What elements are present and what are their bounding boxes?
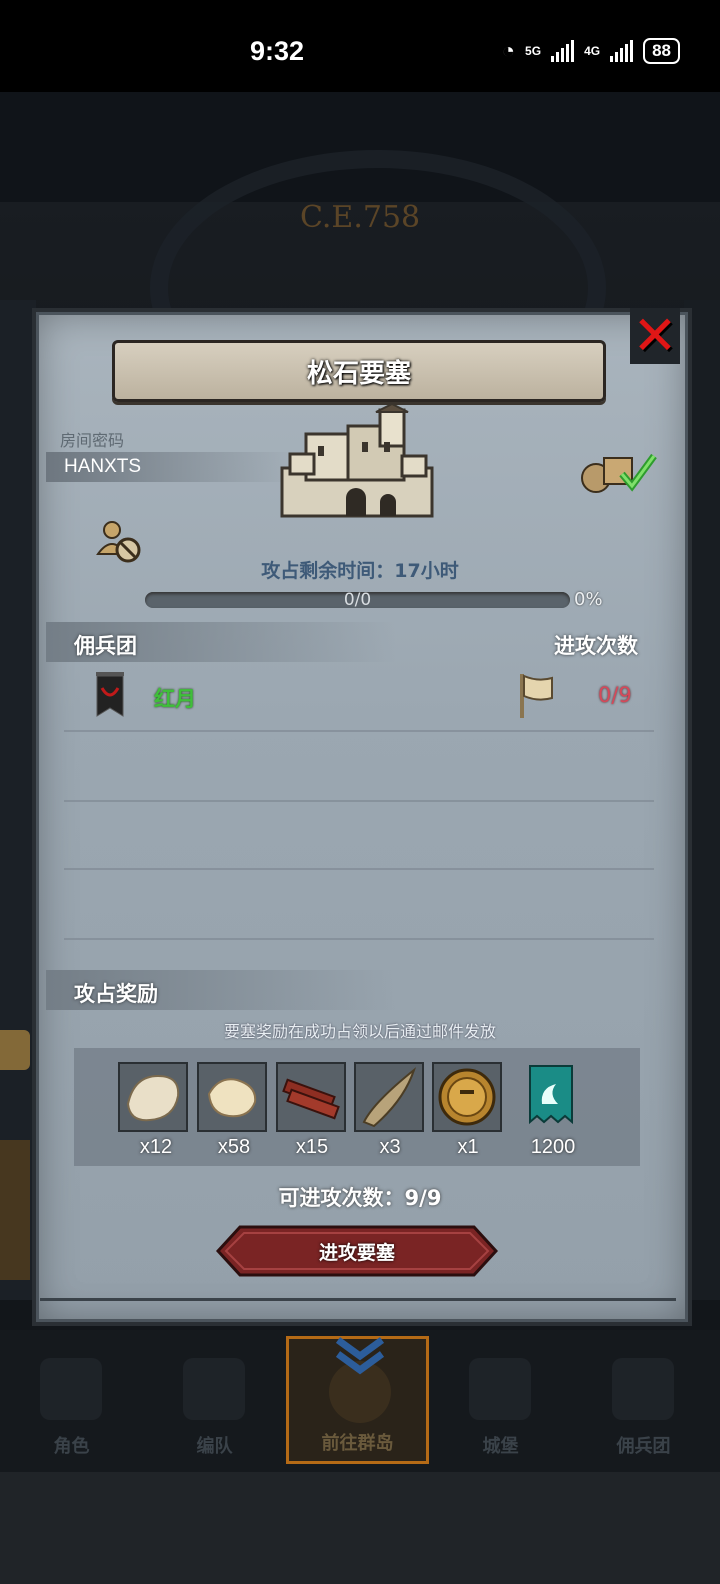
signal-bars-icon <box>551 40 575 62</box>
nav-label: 编队 <box>196 1436 233 1457</box>
network-4g-label: 4G <box>584 43 601 58</box>
remaining-attempts: 可进攻次数：9/9 <box>278 1186 442 1210</box>
row-divider <box>64 868 654 870</box>
bottom-bezel <box>0 1472 720 1584</box>
nav-item-castle[interactable]: 城堡 <box>429 1336 572 1464</box>
mercenary-header: 佣兵团 <box>74 634 137 658</box>
mercenary-icon <box>612 1358 674 1420</box>
progress-percent: 0% <box>574 589 603 610</box>
close-button[interactable]: ✕ <box>630 308 680 364</box>
status-bar: 9:32 ◔ 5G 4G 88 <box>0 0 720 92</box>
attack-fortress-label: 进攻要塞 <box>318 1242 395 1264</box>
nav-label: 前往群岛 <box>321 1433 394 1454</box>
nav-item-mercenary[interactable]: 佣兵团 <box>572 1336 715 1464</box>
rewards-header: 攻占奖励 <box>74 982 158 1006</box>
capture-progress-bar: 0/0 <box>145 590 570 610</box>
nav-item-character[interactable]: 角色 <box>0 1336 143 1464</box>
reward-qty: 1200 <box>530 1136 576 1158</box>
castle-icon <box>469 1358 531 1420</box>
fur-pelt-icon <box>126 1074 180 1122</box>
nav-label: 佣兵团 <box>616 1436 671 1457</box>
knight-medal-icon <box>438 1068 496 1126</box>
attack-count-header: 进攻次数 <box>554 634 638 658</box>
reward-slot-fur[interactable] <box>118 1062 188 1132</box>
helmet-icon <box>183 1358 245 1420</box>
chevron-down-icon <box>335 1337 385 1375</box>
flag-icon <box>520 674 553 718</box>
nav-label: 角色 <box>53 1436 90 1457</box>
reward-slot-guild-points[interactable] <box>510 1062 594 1132</box>
nav-label: 城堡 <box>482 1436 519 1457</box>
capture-time-remaining: 攻占剩余时间：17小时 <box>261 560 459 582</box>
status-icons: ◔ 5G 4G 88 <box>502 38 680 64</box>
speed-gauge-icon: ◔ <box>501 38 516 63</box>
mercenary-name[interactable]: 红月 <box>154 683 196 713</box>
dialog-bottom-trim <box>40 1298 676 1301</box>
mercenary-attack-count: 0/9 <box>598 683 632 707</box>
cloth-pelt-icon <box>207 1078 257 1118</box>
reward-qty: x1 <box>457 1136 479 1158</box>
reward-slot-cloth[interactable] <box>197 1062 267 1132</box>
room-code-value: HANXTS <box>64 456 142 477</box>
knight-icon <box>40 1358 102 1420</box>
horn-icon <box>362 1067 417 1128</box>
row-divider <box>64 938 654 940</box>
network-5g-label: 5G <box>525 43 542 58</box>
supply-check-icon[interactable] <box>578 448 658 494</box>
reward-slot-horn[interactable] <box>354 1062 424 1132</box>
reward-slot-wood[interactable] <box>276 1062 346 1132</box>
battery-icon: 88 <box>643 38 680 64</box>
dialog-title: 松石要塞 <box>306 358 411 389</box>
reward-slot-medal[interactable] <box>432 1062 502 1132</box>
wood-planks-icon <box>282 1078 340 1120</box>
close-icon: ✕ <box>632 304 678 367</box>
reward-qty: x15 <box>295 1136 329 1158</box>
reward-qty: x58 <box>217 1136 251 1158</box>
status-time: 9:32 <box>250 36 305 66</box>
title-plate: 松石要塞 <box>112 340 606 402</box>
reward-qty: x3 <box>379 1136 401 1158</box>
signal-bars-icon <box>610 40 634 62</box>
guild-banner-icon <box>96 672 124 717</box>
reward-qty: x12 <box>139 1136 173 1158</box>
fortress-icon <box>280 404 434 518</box>
nav-item-formation[interactable]: 编队 <box>143 1336 286 1464</box>
guild-banner-icon <box>529 1065 573 1125</box>
progress-text: 0/0 <box>343 590 372 610</box>
room-code-label: 房间密码 <box>60 431 125 450</box>
rewards-note: 要塞奖励在成功占领以后通过邮件发放 <box>223 1022 496 1041</box>
row-divider <box>64 730 654 732</box>
row-divider <box>64 800 654 802</box>
